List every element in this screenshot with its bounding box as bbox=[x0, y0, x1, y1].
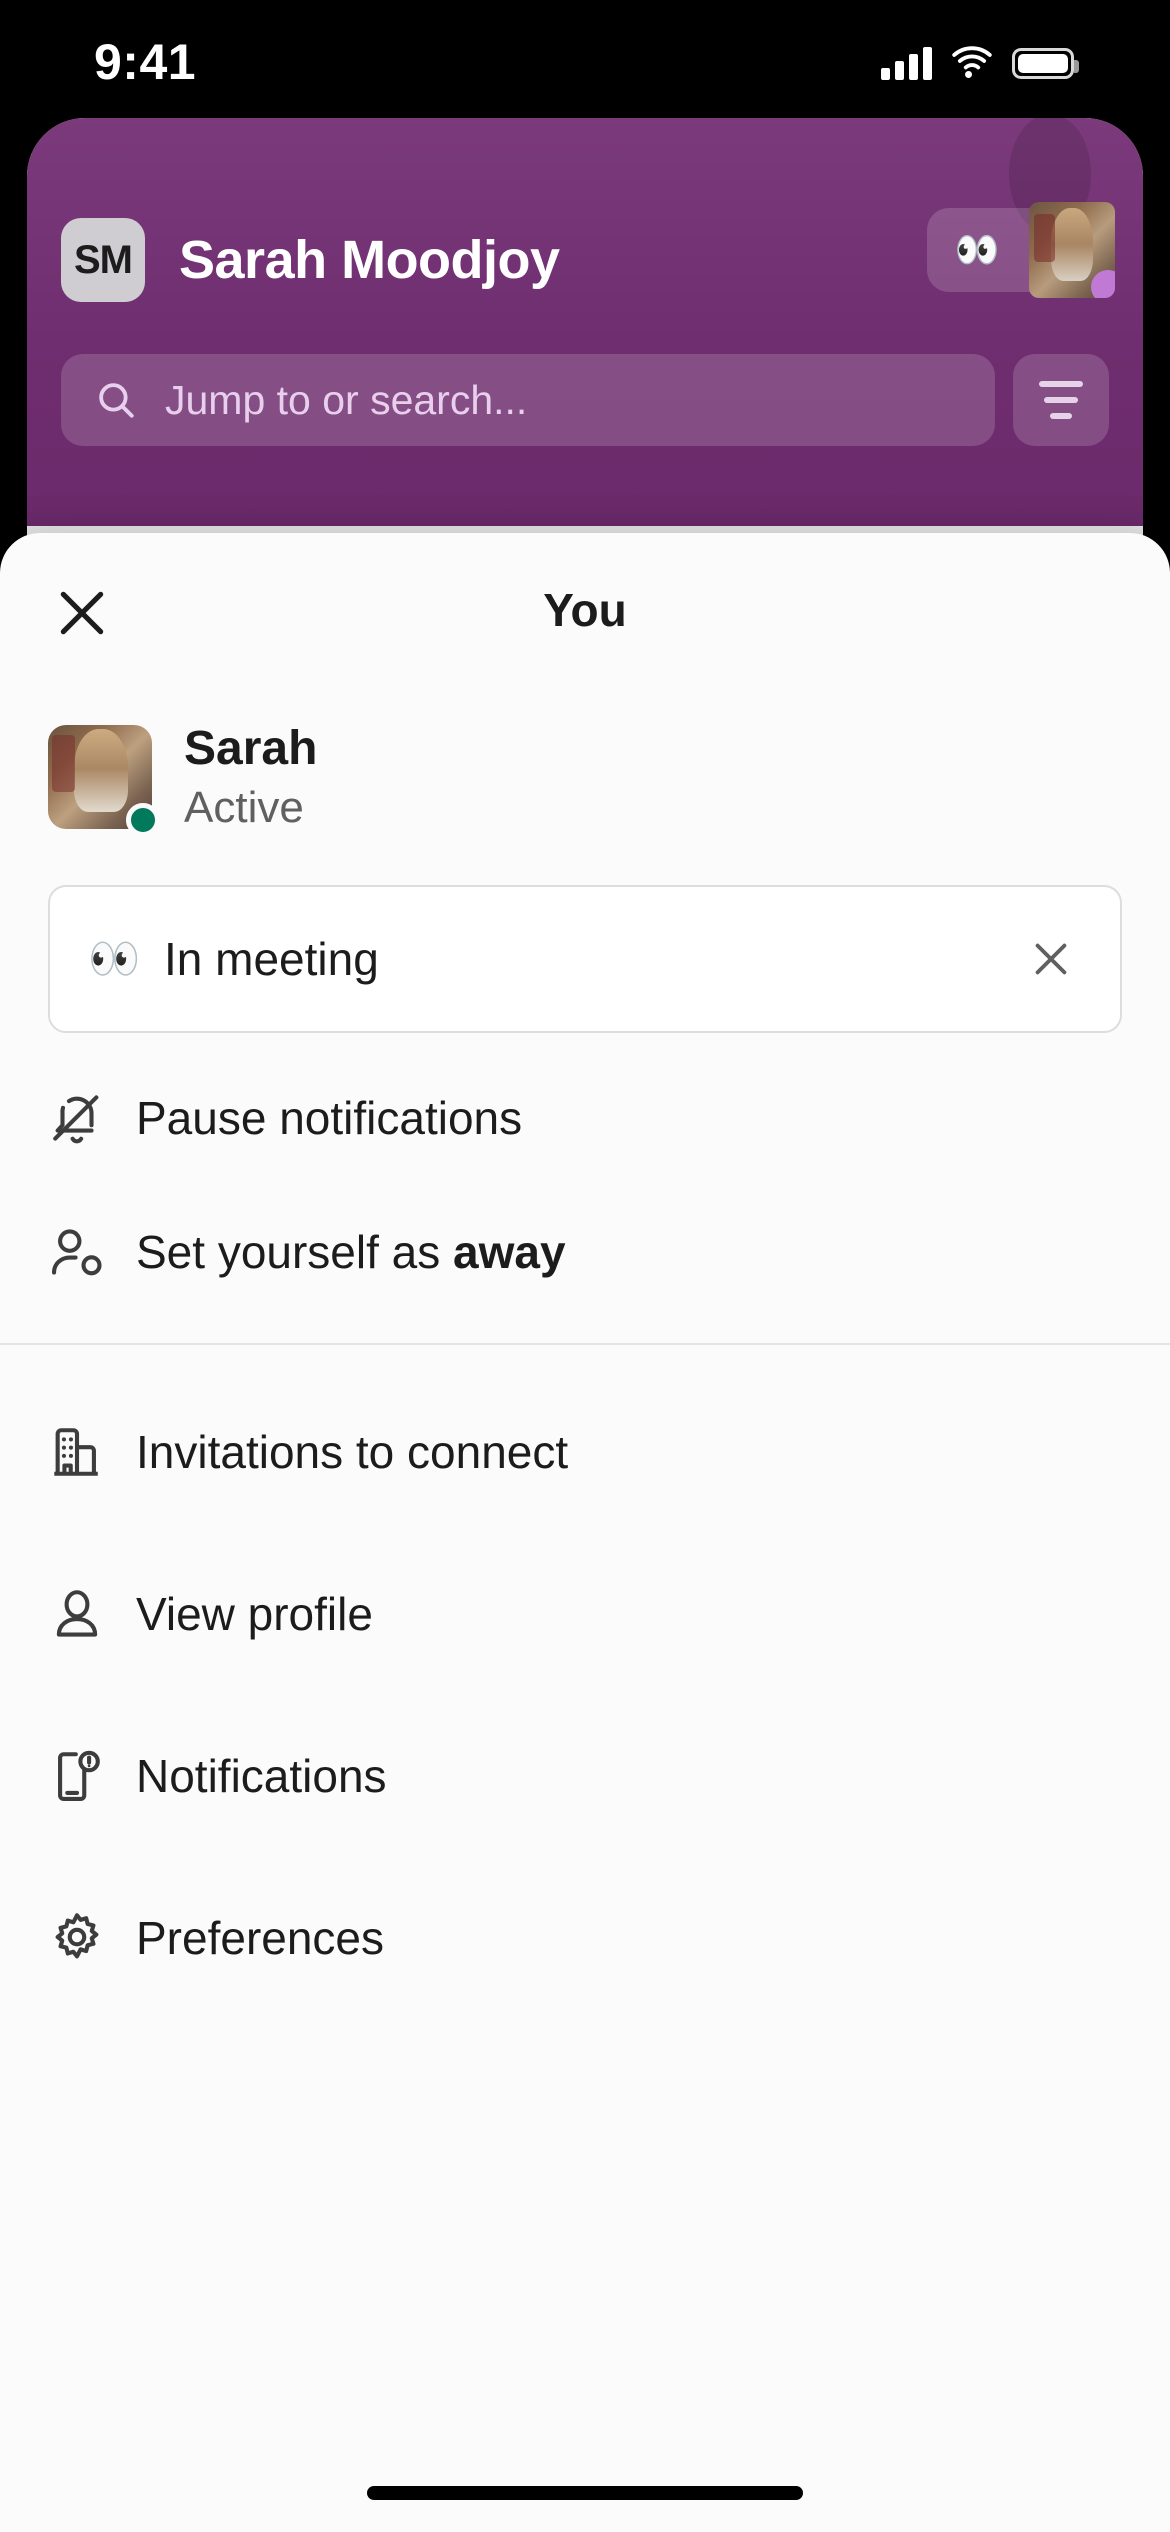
wifi-icon bbox=[950, 46, 994, 80]
mobile-bell-icon bbox=[48, 1747, 136, 1805]
menu-item-label: Invitations to connect bbox=[136, 1426, 569, 1478]
home-indicator[interactable] bbox=[367, 2486, 803, 2500]
avatar[interactable] bbox=[48, 725, 160, 837]
phone-screen: 9:41 SM Sarah Moodjoy 👀 Jump to or searc… bbox=[0, 0, 1170, 2532]
signal-bars-icon bbox=[881, 46, 932, 80]
presence-dot-active bbox=[126, 803, 160, 837]
menu-item-label-emphasis: away bbox=[453, 1226, 566, 1278]
workspace-name[interactable]: Sarah Moodjoy bbox=[179, 229, 560, 291]
clear-status-button[interactable] bbox=[1020, 928, 1082, 990]
profile-row[interactable]: Sarah Active bbox=[0, 689, 1170, 857]
bell-slash-icon bbox=[48, 1089, 136, 1147]
workspace-badge[interactable]: SM bbox=[61, 218, 145, 302]
filter-button[interactable] bbox=[1013, 354, 1109, 446]
gear-icon bbox=[48, 1909, 136, 1967]
status-field[interactable]: 👀 In meeting bbox=[48, 885, 1122, 1033]
menu-item-preferences[interactable]: Preferences bbox=[48, 1857, 1122, 2019]
profile-name: Sarah bbox=[184, 722, 318, 776]
header-status-emoji[interactable]: 👀 bbox=[927, 208, 1035, 292]
battery-icon bbox=[1012, 47, 1079, 79]
menu-group-presence: Pause notifications Set yourself as away bbox=[0, 1051, 1170, 1319]
menu-item-label: Pause notifications bbox=[136, 1092, 523, 1144]
status-bar-clock: 9:41 bbox=[94, 34, 197, 90]
status-bar-indicators bbox=[881, 46, 1079, 80]
header-presence-dot bbox=[1091, 270, 1115, 298]
menu-item-pause-notifications[interactable]: Pause notifications bbox=[48, 1051, 1122, 1185]
app-header: SM Sarah Moodjoy 👀 Jump to or search... bbox=[27, 118, 1143, 526]
search-row: Jump to or search... bbox=[61, 354, 1109, 446]
menu-item-label: View profile bbox=[136, 1588, 373, 1640]
profile-text: Sarah Active bbox=[184, 721, 317, 832]
menu-item-label: Notifications bbox=[136, 1750, 387, 1802]
menu-item-notifications[interactable]: Notifications bbox=[48, 1695, 1122, 1857]
menu-group-account: Invitations to connect View profile Noti… bbox=[0, 1367, 1170, 2019]
search-placeholder: Jump to or search... bbox=[165, 376, 528, 423]
workspace-initials: SM bbox=[74, 237, 133, 282]
ios-status-bar: 9:41 bbox=[0, 0, 1170, 118]
menu-item-set-yourself-away[interactable]: Set yourself as away bbox=[48, 1185, 1122, 1319]
header-right-controls: 👀 bbox=[927, 202, 1115, 298]
menu-item-view-profile[interactable]: View profile bbox=[48, 1533, 1122, 1695]
you-bottom-sheet: You Sarah Active 👀 In meeting Pause noti… bbox=[0, 533, 1170, 2532]
menu-item-invitations-to-connect[interactable]: Invitations to connect bbox=[48, 1371, 1122, 1533]
status-emoji: 👀 bbox=[88, 934, 141, 982]
workspace-row: SM Sarah Moodjoy 👀 bbox=[61, 202, 1115, 314]
menu-divider bbox=[0, 1343, 1170, 1345]
search-input[interactable]: Jump to or search... bbox=[61, 354, 995, 446]
person-icon bbox=[48, 1585, 136, 1643]
building-icon bbox=[48, 1423, 136, 1481]
header-avatar[interactable] bbox=[1029, 202, 1115, 298]
filter-icon bbox=[1039, 381, 1083, 419]
search-icon bbox=[99, 383, 134, 418]
profile-presence: Active bbox=[184, 782, 304, 832]
menu-item-label-prefix: Set yourself as bbox=[136, 1226, 454, 1278]
menu-item-label: Set yourself as away bbox=[136, 1225, 566, 1279]
close-icon bbox=[1035, 943, 1067, 975]
sheet-title: You bbox=[543, 584, 627, 636]
sheet-header: You bbox=[0, 533, 1170, 689]
person-away-icon bbox=[48, 1223, 136, 1281]
menu-item-label: Preferences bbox=[136, 1912, 385, 1964]
status-text: In meeting bbox=[164, 933, 379, 985]
